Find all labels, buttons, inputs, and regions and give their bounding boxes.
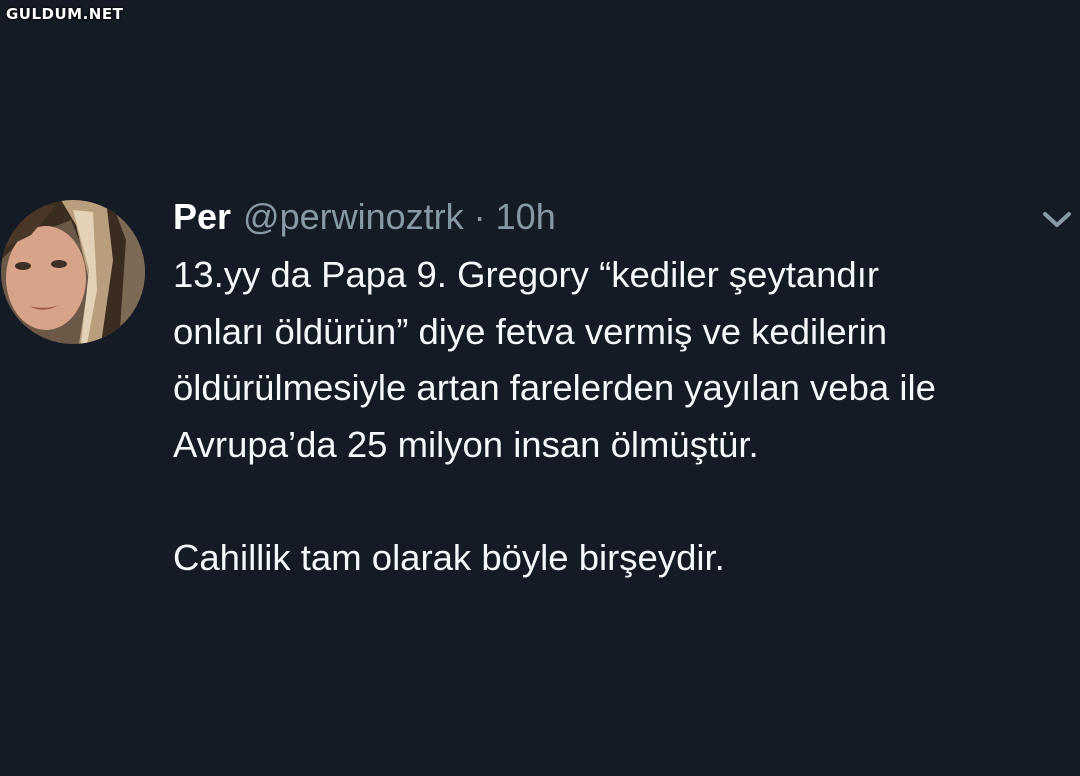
tweet-body: 13.yy da Papa 9. Gregory “kediler şeytan… [173, 247, 1068, 586]
tweet-body-line: 13.yy da Papa 9. Gregory “kediler şeytan… [173, 254, 880, 295]
tweet-body-closing: Cahillik tam olarak böyle birşeydir. [173, 536, 725, 578]
timestamp[interactable]: 10h [496, 196, 556, 238]
site-watermark: GULDUM.NET [6, 5, 124, 23]
tweet-body-line: Avrupa’da 25 milyon insan ölmüştür. [173, 423, 759, 465]
avatar[interactable] [1, 200, 145, 344]
tweet-body-line: onları öldürün” diye fetva vermiş ve ked… [173, 310, 888, 352]
author-name[interactable]: Per [173, 196, 231, 238]
avatar-photo [1, 200, 145, 344]
separator-dot: · [473, 196, 486, 237]
tweet-header: Per @perwinoztrk · 10h [173, 194, 556, 240]
tweet-body-line: öldürülmesiyle artan farelerden yayılan … [173, 367, 936, 408]
author-handle[interactable]: @perwinoztrk [243, 196, 464, 238]
chevron-down-icon[interactable] [1040, 206, 1074, 232]
